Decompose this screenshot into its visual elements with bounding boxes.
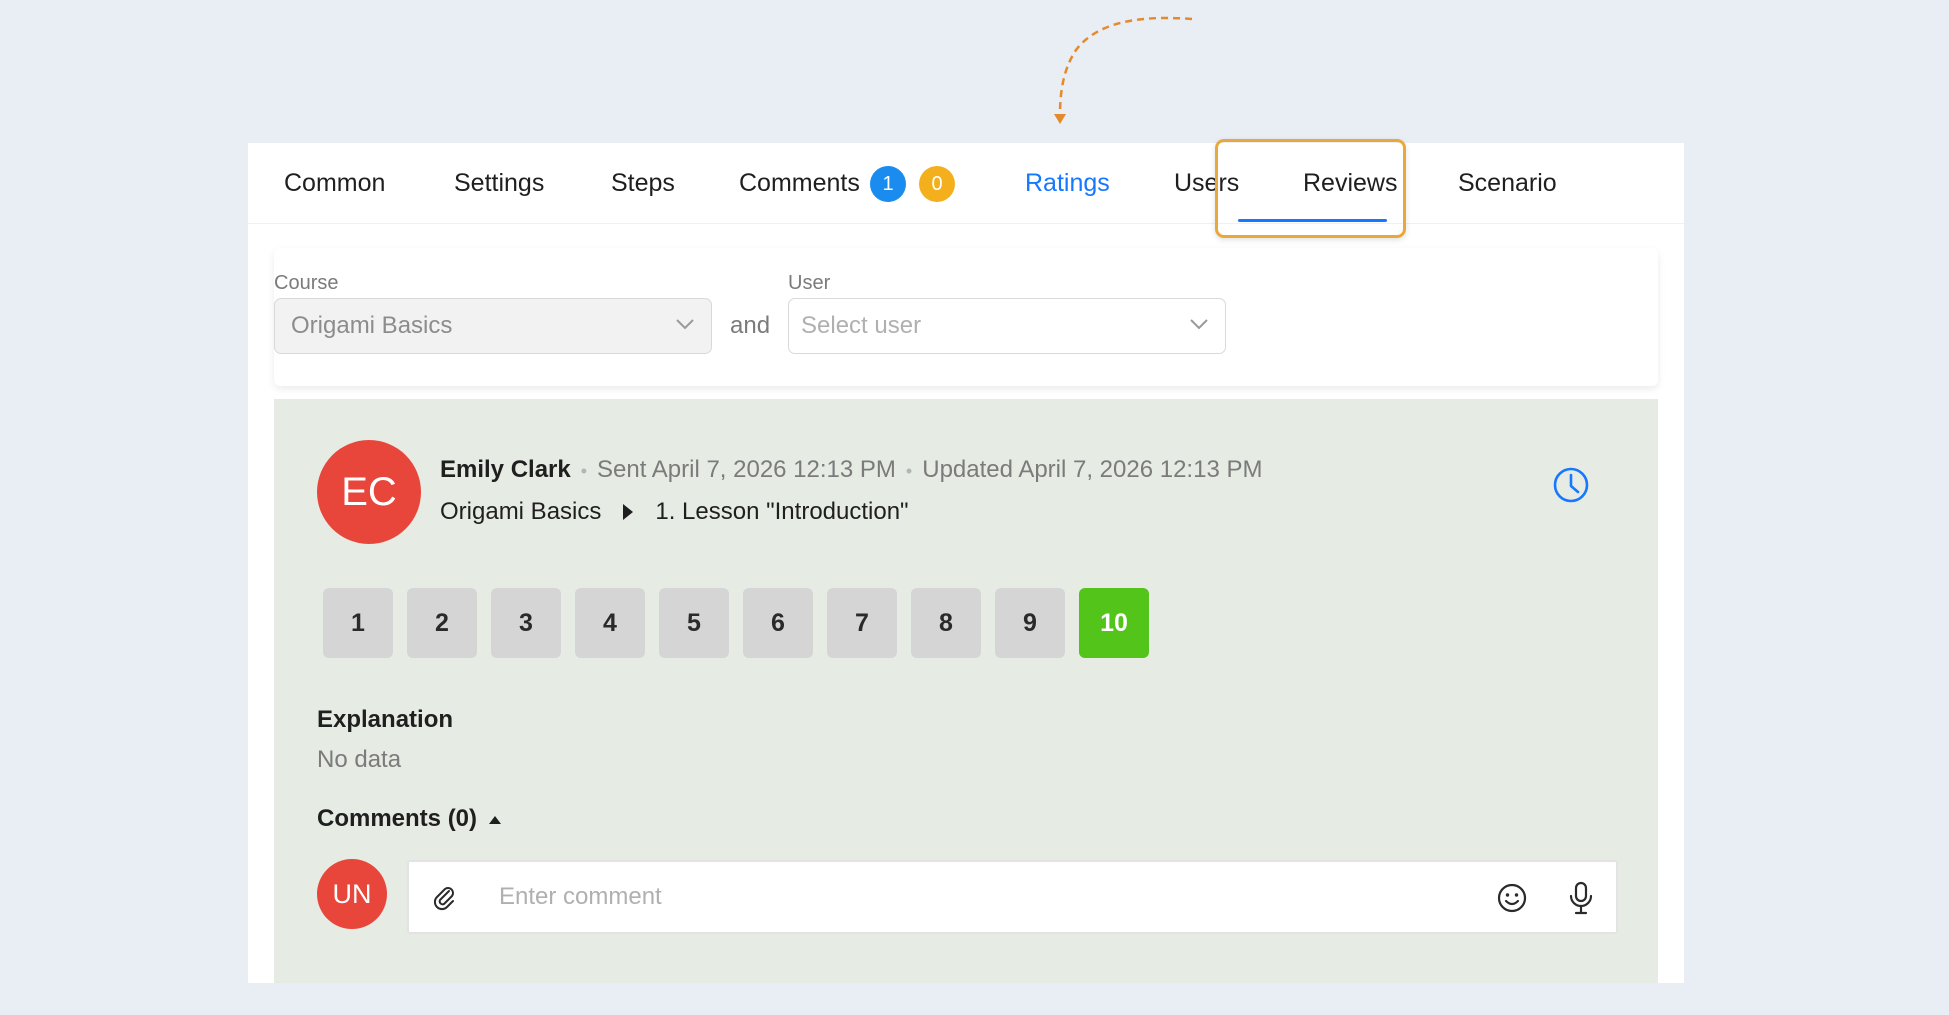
breadcrumb: Origami Basics 1. Lesson "Introduction" <box>440 498 909 526</box>
score-button[interactable]: 1 <box>323 588 393 658</box>
comments-toggle[interactable]: Comments (0) <box>317 805 502 833</box>
filter-connector: and <box>730 312 771 339</box>
tab-ratings[interactable]: Ratings <box>1025 143 1110 224</box>
score-button[interactable]: 6 <box>743 588 813 658</box>
sent-timestamp: Sent April 7, 2026 12:13 PM <box>597 456 896 483</box>
score-button[interactable]: 7 <box>827 588 897 658</box>
tab-common[interactable]: Common <box>284 143 385 224</box>
user-select[interactable]: Select user <box>788 298 1226 354</box>
score-button-selected[interactable]: 10 <box>1079 588 1149 658</box>
course-label: Course <box>274 272 339 294</box>
avatar: EC <box>317 440 421 544</box>
explanation-heading: Explanation <box>317 706 454 733</box>
rating-card: EC Emily Clark • Sent April 7, 2026 12:13 … <box>274 399 1658 983</box>
emoji-icon[interactable] <box>1496 882 1528 914</box>
separator-dot: • <box>580 461 588 481</box>
tab-scenario[interactable]: Scenario <box>1458 143 1557 224</box>
course-select-value: Origami Basics <box>291 312 453 339</box>
tab-reviews[interactable]: Reviews <box>1303 143 1397 224</box>
breadcrumb-course: Origami Basics <box>440 498 602 525</box>
breadcrumb-lesson: 1. Lesson "Introduction" <box>655 498 909 525</box>
comments-count-badge: 1 <box>870 166 906 202</box>
annotation-arrow-icon <box>1054 16 1193 124</box>
current-user-avatar: UN <box>317 859 387 929</box>
ratings-panel: Common Settings Steps Comments 1 0 Ratin… <box>248 139 1684 983</box>
comment-input[interactable] <box>499 872 1459 922</box>
course-select: Origami Basics <box>274 298 712 354</box>
filter-card: Course Origami Basics and User Select us… <box>274 248 1658 386</box>
tab-users[interactable]: Users <box>1174 143 1239 224</box>
rating-meta: Emily Clark • Sent April 7, 2026 12:13 PM •… <box>440 456 1262 484</box>
comment-composer <box>407 860 1618 934</box>
user-select-placeholder: Select user <box>801 312 922 339</box>
chevron-down-icon <box>676 319 694 330</box>
user-label: User <box>788 272 831 294</box>
caret-right-icon <box>623 503 634 520</box>
tab-steps[interactable]: Steps <box>611 143 675 224</box>
history-clock-icon[interactable] <box>1552 466 1590 504</box>
chevron-down-icon <box>1190 319 1208 330</box>
separator-dot: • <box>905 461 913 481</box>
tab-bar: Common Settings Steps Comments 1 0 Ratin… <box>248 143 1684 224</box>
screen: Common Settings Steps Comments 1 0 Ratin… <box>0 0 1949 1015</box>
score-button[interactable]: 8 <box>911 588 981 658</box>
microphone-icon[interactable] <box>1568 880 1594 916</box>
comments-heading: Comments (0) <box>317 805 478 832</box>
tab-comments[interactable]: Comments <box>739 143 860 224</box>
score-button[interactable]: 3 <box>491 588 561 658</box>
score-button[interactable]: 9 <box>995 588 1065 658</box>
updated-timestamp: Updated April 7, 2026 12:13 PM <box>922 456 1263 483</box>
comments-pending-badge: 0 <box>919 166 955 202</box>
score-button[interactable]: 2 <box>407 588 477 658</box>
score-button[interactable]: 4 <box>575 588 645 658</box>
tab-settings[interactable]: Settings <box>454 143 544 224</box>
caret-up-icon <box>489 815 502 824</box>
author-name: Emily Clark <box>440 456 571 483</box>
explanation-value: No data <box>317 746 402 773</box>
paperclip-icon[interactable] <box>431 884 459 912</box>
score-button[interactable]: 5 <box>659 588 729 658</box>
